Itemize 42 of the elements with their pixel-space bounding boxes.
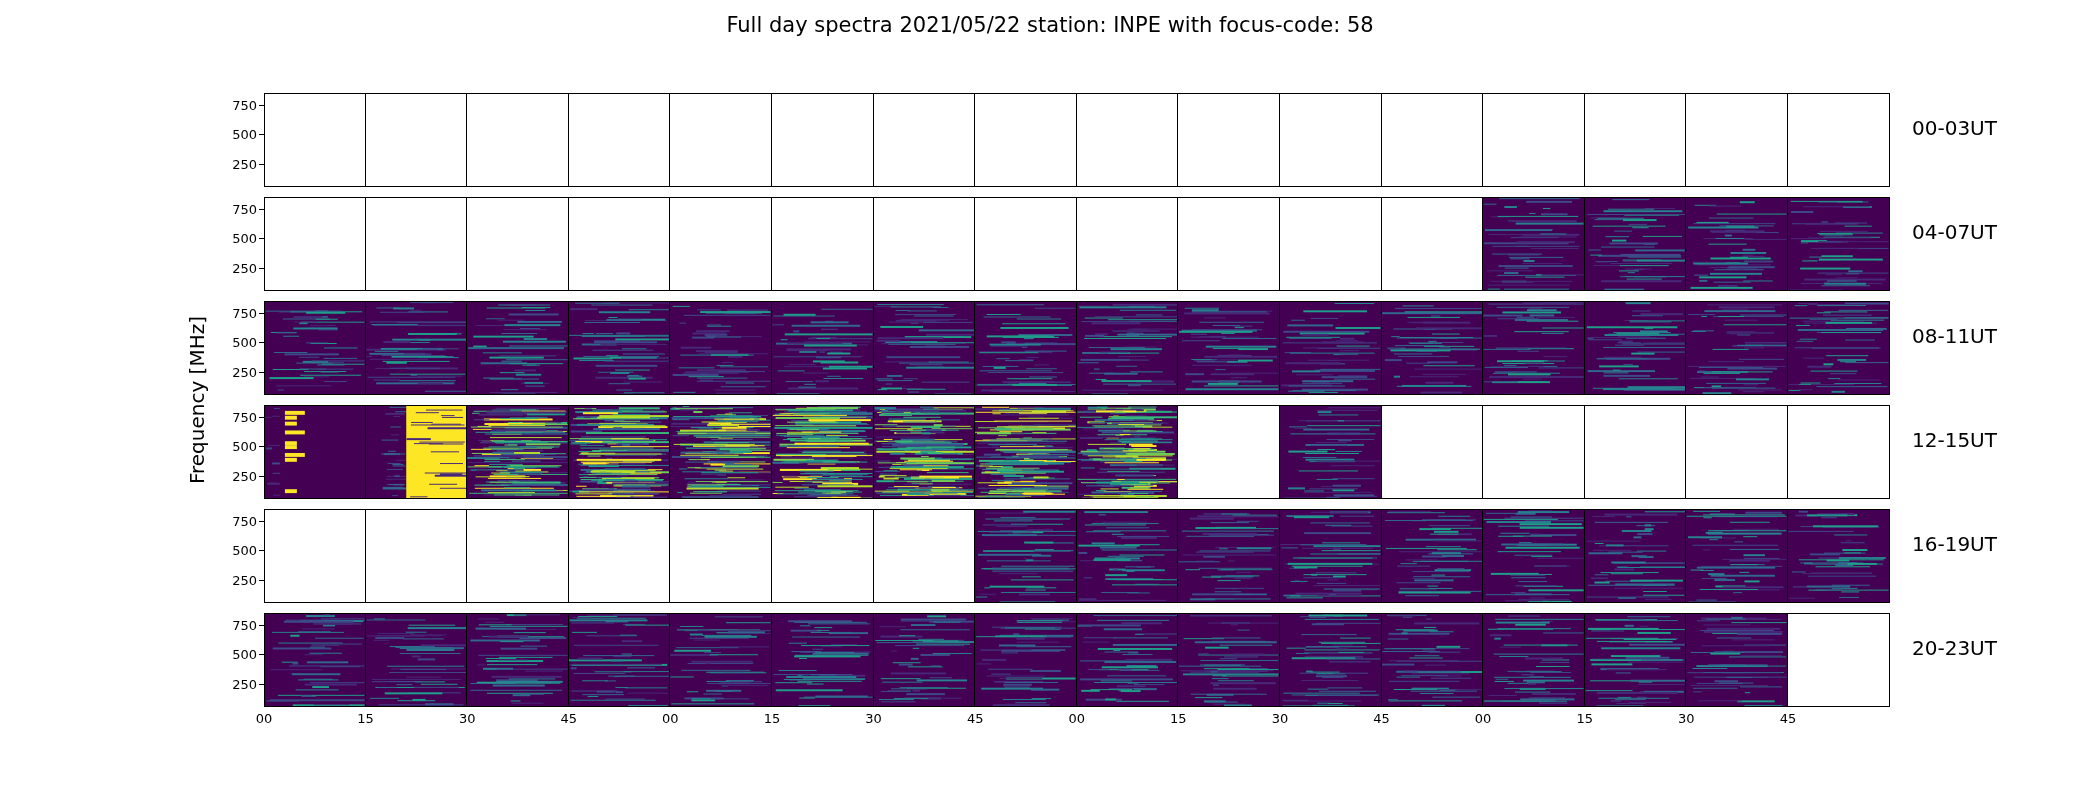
y-tick-label: 250 bbox=[232, 157, 257, 171]
x-tick-label: 30 bbox=[1271, 711, 1289, 726]
x-tick-label: 45 bbox=[1779, 711, 1797, 726]
y-axis-label: Frequency [MHz] bbox=[185, 315, 209, 485]
y-tick-label: 250 bbox=[232, 677, 257, 691]
y-tick-label: 250 bbox=[232, 365, 257, 379]
x-tick-label: 45 bbox=[966, 711, 984, 726]
x-tick-label: 30 bbox=[458, 711, 476, 726]
y-tick-label: 750 bbox=[232, 514, 257, 528]
x-tick-label: 00 bbox=[255, 711, 273, 726]
x-tick-label: 15 bbox=[357, 711, 374, 726]
x-tick-label: 15 bbox=[1170, 711, 1187, 726]
y-tick-label: 500 bbox=[232, 439, 257, 453]
x-tick-label: 00 bbox=[1068, 711, 1085, 726]
y-tick-label: 750 bbox=[232, 410, 257, 424]
row-label: 04-07UT bbox=[1912, 220, 1997, 244]
figure-title: Full day spectra 2021/05/22 station: INPE with focus-code: 58 bbox=[726, 13, 1374, 37]
y-tick-label: 750 bbox=[232, 98, 257, 112]
row-label: 20-23UT bbox=[1912, 636, 1997, 660]
x-tick-label: 45 bbox=[1373, 711, 1390, 726]
y-tick-label: 500 bbox=[232, 231, 257, 245]
row-label: 08-11UT bbox=[1912, 324, 1997, 348]
x-tick-label: 30 bbox=[1678, 711, 1695, 726]
x-tick-label: 15 bbox=[763, 711, 781, 726]
x-tick-label: 00 bbox=[1474, 711, 1492, 726]
x-tick-label: 45 bbox=[560, 711, 578, 726]
y-tick-label: 250 bbox=[232, 573, 257, 587]
y-tick-label: 750 bbox=[232, 306, 257, 320]
x-tick-label: 30 bbox=[865, 711, 882, 726]
y-tick-label: 750 bbox=[232, 618, 257, 632]
y-tick-label: 500 bbox=[232, 335, 257, 349]
row-label: 16-19UT bbox=[1912, 532, 1997, 556]
y-tick-label: 250 bbox=[232, 261, 257, 275]
x-tick-label: 15 bbox=[1576, 711, 1593, 726]
y-tick-label: 500 bbox=[232, 647, 257, 661]
y-tick-label: 500 bbox=[232, 127, 257, 141]
y-tick-label: 750 bbox=[232, 202, 257, 216]
y-tick-label: 500 bbox=[232, 543, 257, 557]
row-label: 12-15UT bbox=[1912, 428, 1997, 452]
x-tick-label: 00 bbox=[662, 711, 679, 726]
row-label: 00-03UT bbox=[1912, 116, 1997, 140]
y-tick-label: 250 bbox=[232, 469, 257, 483]
